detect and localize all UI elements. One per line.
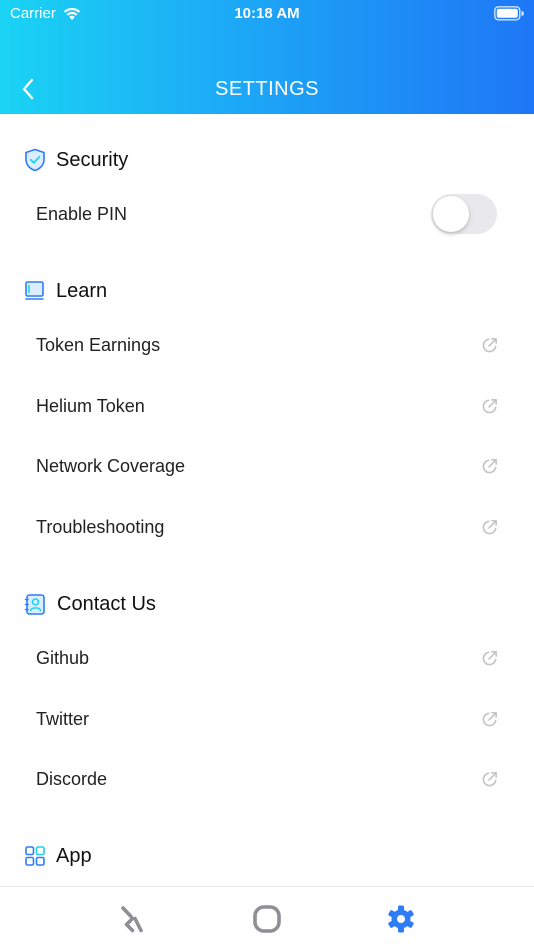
header: Carrier 10:18 AM SETTINGS bbox=[0, 0, 534, 114]
row-troubleshooting[interactable]: Troubleshooting bbox=[0, 502, 534, 552]
status-bar: Carrier 10:18 AM bbox=[0, 0, 534, 30]
section-header-learn: Learn bbox=[24, 277, 107, 305]
external-link-icon bbox=[482, 459, 497, 474]
tab-settings[interactable] bbox=[379, 897, 423, 941]
row-github[interactable]: Github bbox=[0, 633, 534, 683]
section-header-contact: Contact Us bbox=[24, 590, 156, 618]
row-label-twitter: Twitter bbox=[36, 708, 90, 729]
section-title-app: App bbox=[56, 844, 92, 867]
section-title-security: Security bbox=[56, 148, 129, 171]
apps-grid-icon bbox=[25, 846, 45, 866]
settings-list[interactable]: Security Enable PIN Learn Token Earnings… bbox=[0, 114, 534, 886]
tab-hotspots[interactable] bbox=[110, 897, 154, 941]
enable-pin-toggle[interactable] bbox=[431, 194, 497, 234]
section-title-contact: Contact Us bbox=[57, 592, 156, 615]
external-link-icon bbox=[482, 772, 497, 787]
contact-icon bbox=[24, 593, 45, 615]
row-label-github: Github bbox=[36, 647, 90, 668]
page-title: SETTINGS bbox=[214, 78, 319, 100]
external-link-icon bbox=[482, 338, 497, 353]
external-link-icon bbox=[482, 712, 497, 727]
helium-logo-icon bbox=[121, 906, 143, 933]
section-header-app: App bbox=[24, 842, 92, 870]
status-battery bbox=[494, 6, 524, 25]
external-link-icon bbox=[482, 520, 497, 535]
hotspot-icon bbox=[253, 905, 281, 933]
status-time: 10:18 AM bbox=[234, 5, 300, 22]
row-network-coverage[interactable]: Network Coverage bbox=[0, 441, 534, 491]
external-link-icon bbox=[482, 651, 497, 666]
tab-devices[interactable] bbox=[245, 897, 289, 941]
row-helium-token[interactable]: Helium Token bbox=[0, 381, 534, 431]
external-link-icon bbox=[482, 399, 497, 414]
row-label-troubleshooting: Troubleshooting bbox=[36, 516, 165, 537]
battery-icon bbox=[494, 6, 524, 21]
nav-bar: SETTINGS bbox=[0, 64, 534, 114]
row-discorde[interactable]: Discorde bbox=[0, 754, 534, 804]
row-label-token-earnings: Token Earnings bbox=[36, 334, 161, 355]
section-header-security: Security bbox=[24, 146, 128, 174]
book-icon bbox=[25, 281, 44, 300]
gear-icon bbox=[388, 905, 414, 933]
row-label-enable-pin: Enable PIN bbox=[36, 203, 128, 224]
section-title-learn: Learn bbox=[56, 279, 108, 302]
row-token-earnings[interactable]: Token Earnings bbox=[0, 320, 534, 370]
shield-icon bbox=[25, 148, 45, 172]
row-twitter[interactable]: Twitter bbox=[0, 694, 534, 744]
row-label-discorde: Discorde bbox=[36, 768, 108, 789]
tab-bar bbox=[0, 886, 534, 950]
row-label-network-coverage: Network Coverage bbox=[36, 455, 186, 476]
toggle-knob bbox=[433, 196, 469, 232]
row-label-helium-token: Helium Token bbox=[36, 395, 145, 416]
